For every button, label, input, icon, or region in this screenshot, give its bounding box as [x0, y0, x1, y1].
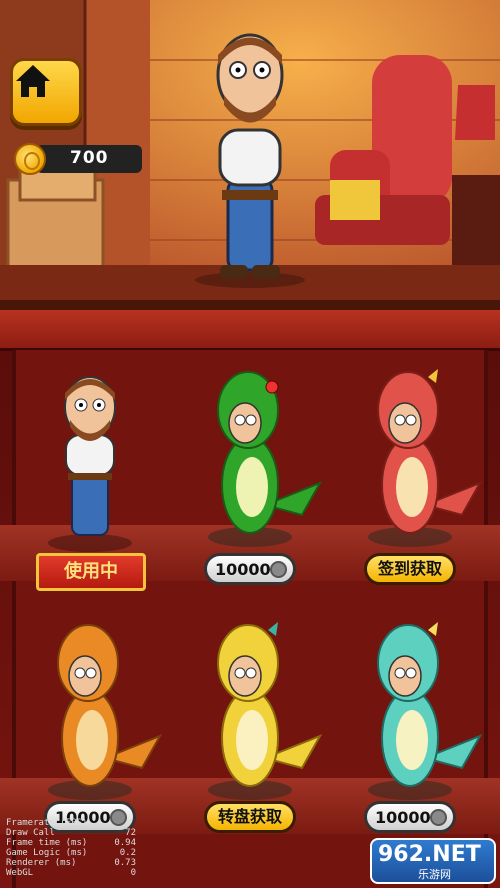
- character-plumber: [48, 376, 132, 552]
- shelf-header: [0, 310, 500, 351]
- price-value: 10000: [215, 560, 271, 579]
- character-dino-yellow: [208, 622, 323, 800]
- character-dino-orange: [48, 624, 163, 800]
- coin-icon: [14, 143, 46, 175]
- skin-slot-plumber[interactable]: 使用中: [10, 365, 170, 605]
- room-scene: 700: [0, 0, 500, 310]
- wheel-obtain-button[interactable]: 转盘获取: [204, 801, 296, 833]
- watermark-subtext: 乐游网: [418, 868, 451, 881]
- sign-in-obtain-button[interactable]: 签到获取: [364, 553, 456, 585]
- skin-shop-panel: 使用中 10000 签到获取 10000 转盘获取 10000: [0, 310, 500, 888]
- coin-icon: [270, 561, 287, 578]
- home-button[interactable]: [10, 58, 82, 126]
- character-dino-green: [208, 371, 323, 547]
- debug-row: Framerate (FPS): [6, 818, 88, 828]
- coin-counter: 700: [14, 143, 142, 175]
- debug-row: Frame time (ms) 0.94: [6, 838, 136, 848]
- coin-icon: [430, 809, 447, 826]
- skin-slot-dino-yellow[interactable]: 转盘获取: [170, 618, 330, 858]
- in-use-badge: 使用中: [36, 553, 146, 591]
- coin-amount: 700: [70, 148, 109, 168]
- debug-row: Draw Call 72: [6, 828, 136, 838]
- skin-slot-dino-teal[interactable]: 10000: [330, 618, 490, 858]
- character-dino-teal: [368, 622, 483, 800]
- home-icon: [16, 65, 50, 97]
- price-button-dino-teal[interactable]: 10000: [364, 801, 456, 833]
- debug-row: Renderer (ms) 0.73: [6, 858, 136, 868]
- price-value: 10000: [375, 808, 431, 827]
- debug-row: Game Logic (ms) 0.2: [6, 848, 136, 858]
- debug-row: WebGL 0: [6, 868, 136, 878]
- watermark-logo: 962.NET: [378, 842, 481, 867]
- price-button-dino-green[interactable]: 10000: [204, 553, 296, 585]
- skin-slot-dino-red[interactable]: 签到获取: [330, 365, 490, 605]
- game-screen: 700 使用中 10000 签到获取 10000 转盘获取 10000 Fram…: [0, 0, 500, 888]
- skin-slot-dino-green[interactable]: 10000: [170, 365, 330, 605]
- debug-stats: Framerate (FPS) Draw Call 72 Frame time (…: [6, 818, 136, 878]
- site-watermark: 962.NET 乐游网: [370, 838, 496, 884]
- character-dino-red: [368, 369, 483, 547]
